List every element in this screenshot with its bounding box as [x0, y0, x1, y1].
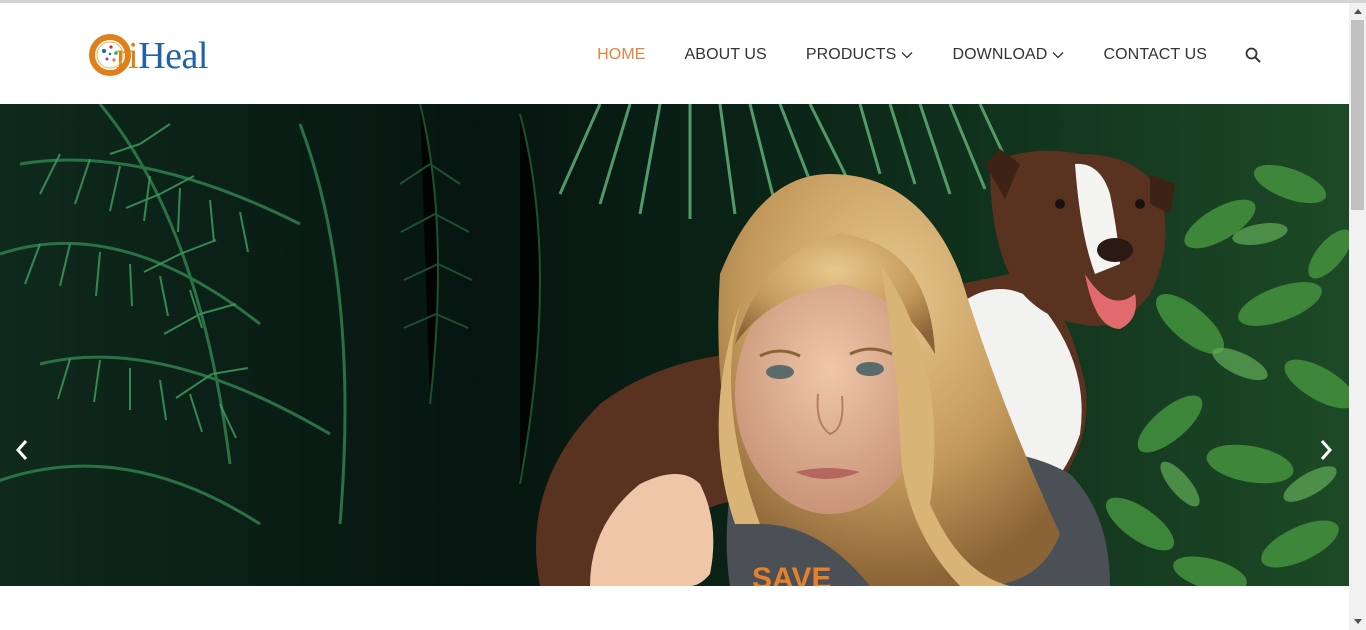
hero-slide-image: SAVE: [0, 104, 1349, 586]
nav-products[interactable]: PRODUCTS: [806, 46, 914, 64]
nav-contact-us-label: CONTACT US: [1103, 46, 1207, 63]
hero-shirt-text: SAVE: [752, 562, 831, 586]
scroll-down-arrow-icon: [1353, 619, 1362, 624]
nav-download-label: DOWNLOAD: [952, 46, 1048, 63]
nav-about-us-label: ABOUT US: [684, 46, 767, 63]
chevron-down-icon: [901, 51, 913, 59]
content-area: [0, 586, 1349, 630]
chevron-left-icon: [15, 440, 28, 460]
carousel-next-button[interactable]: [1314, 430, 1338, 470]
scroll-up-button[interactable]: [1349, 3, 1366, 20]
nav-contact-us[interactable]: CONTACT US: [1103, 46, 1207, 64]
nav-products-label: PRODUCTS: [805, 46, 897, 63]
oriheal-logo[interactable]: riHeal: [88, 29, 248, 81]
scroll-down-button[interactable]: [1349, 613, 1366, 630]
nav-home[interactable]: HOME: [597, 46, 645, 64]
scroll-up-arrow-icon: [1353, 9, 1362, 14]
scrollbar-thumb[interactable]: [1351, 20, 1364, 210]
chevron-down-icon: [1052, 51, 1064, 59]
site-header: riHeal HOME ABOUT US PRODUCTS DOWNLOAD C…: [0, 3, 1349, 104]
search-icon: [1245, 47, 1261, 63]
carousel-prev-button[interactable]: [10, 430, 34, 470]
main-navigation: HOME ABOUT US PRODUCTS DOWNLOAD CONTACT …: [558, 43, 1261, 67]
logo-circle-icon: [88, 31, 136, 79]
nav-about-us[interactable]: ABOUT US: [685, 46, 767, 64]
hero-carousel: SAVE: [0, 104, 1349, 586]
logo-wordmark-heal: Heal: [138, 35, 208, 77]
page-scrollbar[interactable]: [1349, 3, 1366, 630]
nav-home-label: HOME: [597, 46, 646, 63]
chevron-right-icon: [1320, 440, 1333, 460]
nav-download[interactable]: DOWNLOAD: [952, 46, 1064, 64]
search-button[interactable]: [1245, 47, 1261, 63]
